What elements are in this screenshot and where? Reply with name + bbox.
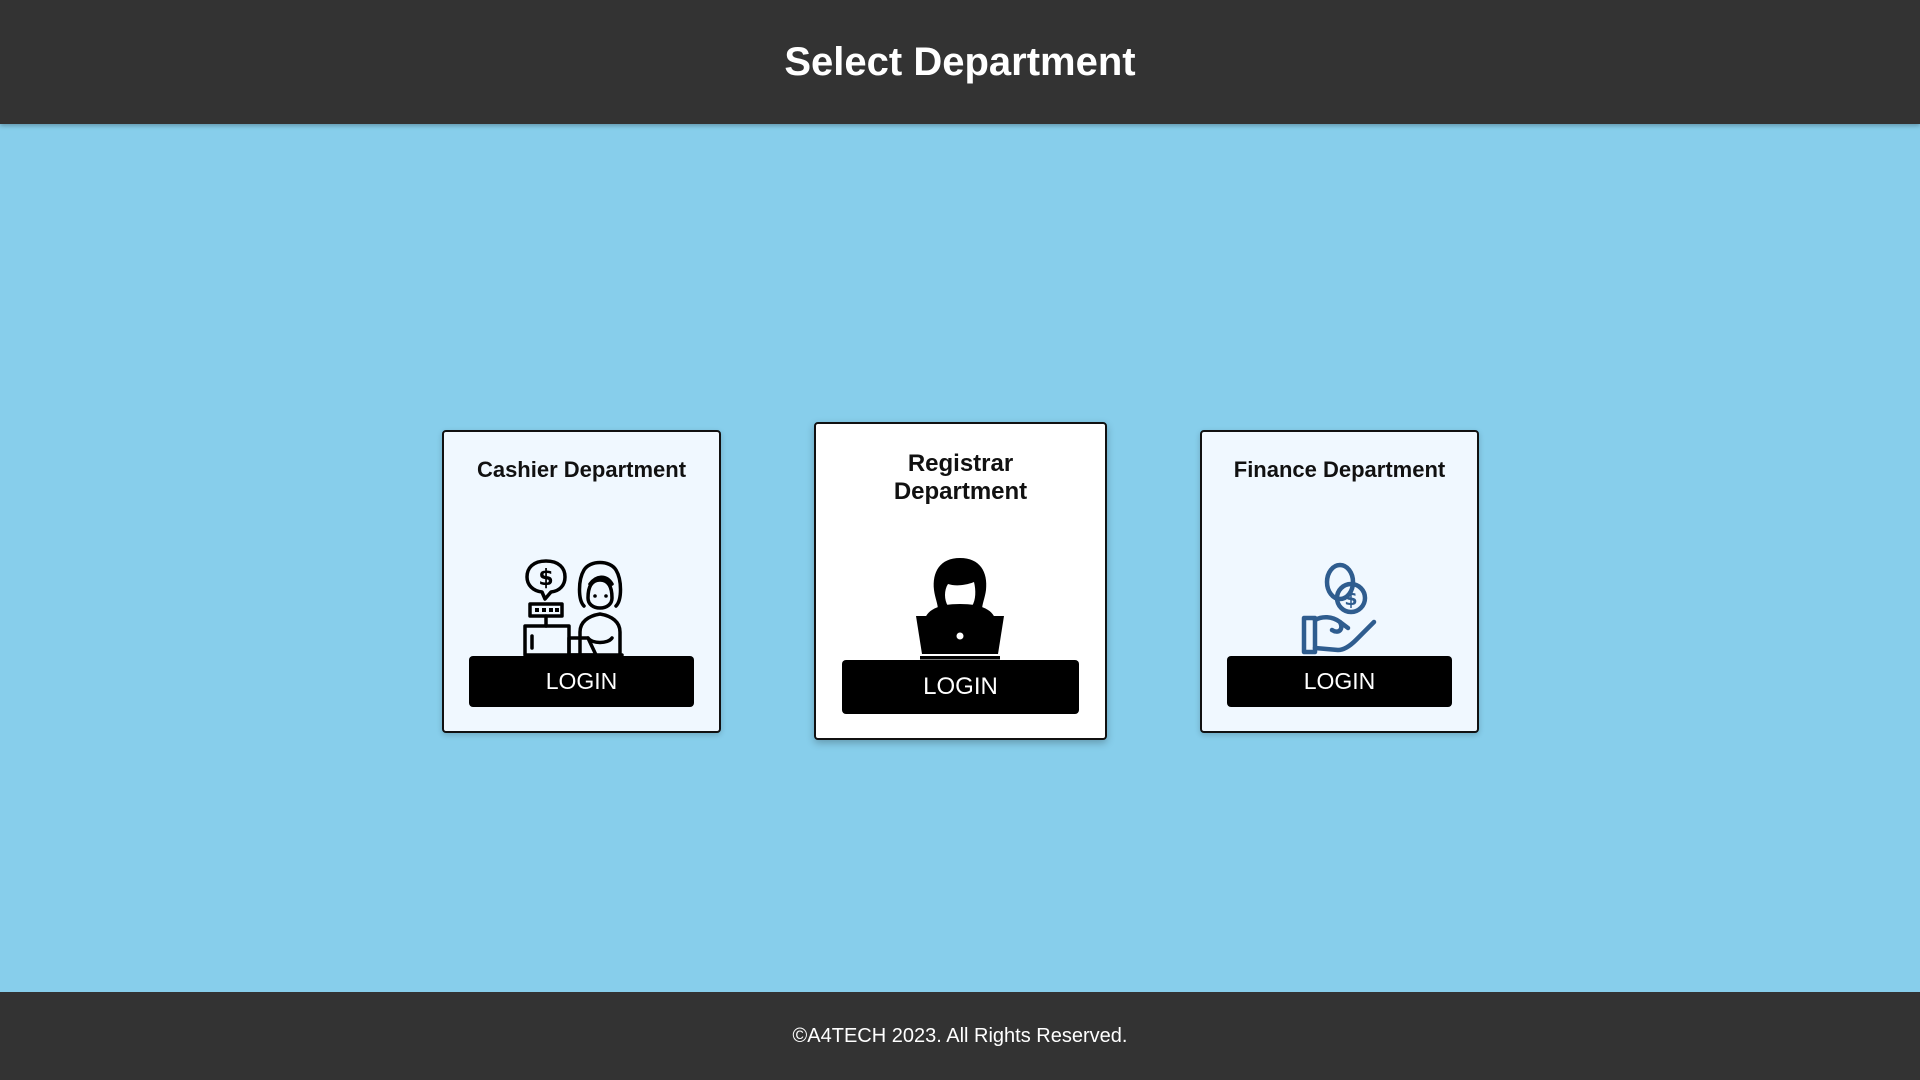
svg-text:$: $: [538, 566, 553, 591]
finance-login-button[interactable]: LOGIN: [1227, 656, 1452, 707]
cashier-department-card: Cashier Department $ LOGIN: [442, 430, 721, 733]
copyright-text: ©A4TECH 2023. All Rights Reserved.: [792, 1024, 1128, 1047]
svg-text:$: $: [1344, 588, 1357, 610]
finance-department-title: Finance Department: [1233, 457, 1446, 482]
cashier-department-title: Cashier Department: [476, 457, 687, 482]
money-hand-icon: $: [1301, 562, 1377, 655]
page-title: Select Department: [784, 39, 1136, 84]
registrar-laptop-icon: [916, 558, 1004, 660]
page-header: Select Department: [0, 0, 1920, 124]
page-footer: ©A4TECH 2023. All Rights Reserved.: [0, 992, 1920, 1080]
registrar-department-title: Registrar Department: [893, 450, 1028, 505]
cashier-login-button[interactable]: LOGIN: [469, 656, 694, 707]
cashier-icon: $: [523, 559, 624, 657]
finance-department-card: Finance Department $ LOGIN: [1200, 430, 1479, 733]
registrar-login-button[interactable]: LOGIN: [842, 660, 1079, 714]
registrar-department-card: Registrar Department LOGIN: [814, 422, 1107, 740]
